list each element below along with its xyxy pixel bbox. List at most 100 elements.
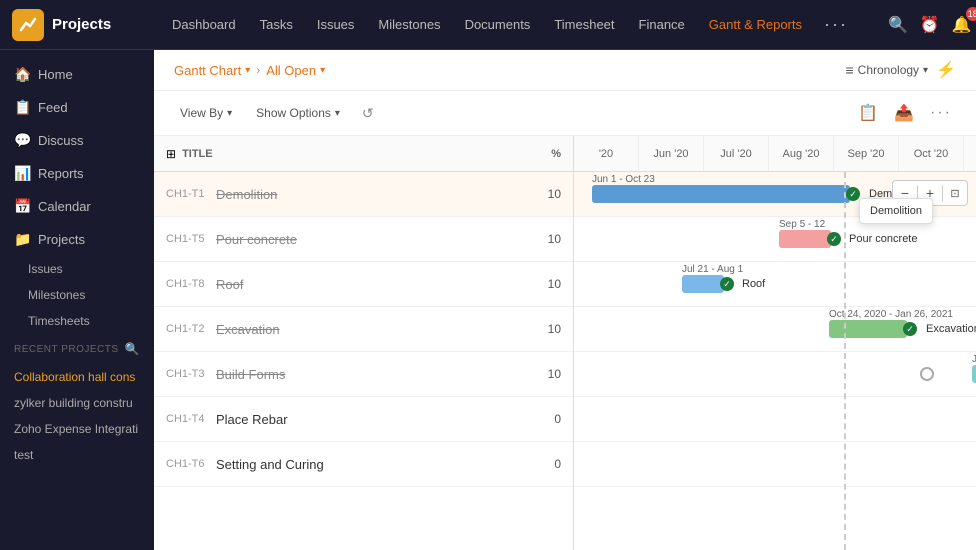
sidebar-item-feed[interactable]: 📋 Feed <box>0 91 154 124</box>
nav-more-button[interactable]: ··· <box>824 14 848 35</box>
left-panel: ⊞ TITLE % CH1-T1 Demolition 10 CH1-T5 Po… <box>154 136 574 550</box>
bar-pour[interactable] <box>779 230 831 248</box>
task-id: CH1-T3 <box>166 368 216 380</box>
month-label: '20 <box>574 136 639 171</box>
sidebar-nav: 🏠 Home 📋 Feed 💬 Discuss 📊 Reports 📅 Cale… <box>0 50 154 550</box>
bar-check-demolition: ✓ <box>846 187 860 201</box>
expand-icon[interactable]: ⊞ <box>166 147 176 161</box>
task-row[interactable]: CH1-T1 Demolition 10 <box>154 172 573 217</box>
sidebar: Projects 🏠 Home 📋 Feed 💬 Discuss 📊 Repor… <box>0 0 154 550</box>
nav-icons: 🔍 ⏰ 🔔 18 ⚙️ U <box>888 11 976 39</box>
bar-build[interactable] <box>972 365 976 383</box>
home-icon: 🏠 <box>14 66 30 83</box>
demolition-popup: Demolition <box>859 198 933 224</box>
task-name: Roof <box>216 277 531 292</box>
export-icon[interactable]: 📋 <box>854 99 882 127</box>
breadcrumb-gantt-chart[interactable]: Gantt Chart ▾ <box>174 63 250 78</box>
chevron-down-icon-3: ▾ <box>923 65 928 76</box>
task-id: CH1-T2 <box>166 323 216 335</box>
sidebar-item-label: Projects <box>38 232 85 247</box>
zoom-fit-button[interactable]: ⊡ <box>943 181 967 205</box>
nav-timesheet[interactable]: Timesheet <box>552 13 616 36</box>
bar-date-demolition: Jun 1 - Oct 23 <box>592 174 655 185</box>
nav-dashboard[interactable]: Dashboard <box>170 13 238 36</box>
task-id: CH1-T1 <box>166 188 216 200</box>
sidebar-item-discuss[interactable]: 💬 Discuss <box>0 124 154 157</box>
task-row[interactable]: CH1-T8 Roof 10 <box>154 262 573 307</box>
bar-check-excavation: ✓ <box>903 322 917 336</box>
task-row[interactable]: CH1-T4 Place Rebar 0 <box>154 397 573 442</box>
show-options-button[interactable]: Show Options ▾ <box>250 102 346 124</box>
sidebar-item-label: Home <box>38 67 73 82</box>
task-row[interactable]: CH1-T2 Excavation 10 <box>154 307 573 352</box>
filter-icon[interactable]: ⚡ <box>936 60 956 80</box>
reset-button[interactable]: ↺ <box>358 101 378 126</box>
download-icon[interactable]: 📤 <box>890 99 918 127</box>
gantt-row-setting: Mar 1 - 7 Setting and Curing <box>574 442 976 487</box>
breadcrumb-all-open[interactable]: All Open ▾ <box>266 63 325 78</box>
nav-milestones[interactable]: Milestones <box>376 13 442 36</box>
toolbar: View By ▾ Show Options ▾ ↺ 📋 📤 ··· <box>154 91 976 136</box>
project-item-test[interactable]: test <box>0 442 154 468</box>
month-label: Aug '20 <box>769 136 834 171</box>
search-icon[interactable]: 🔍 <box>125 342 140 356</box>
sidebar-item-reports[interactable]: 📊 Reports <box>0 157 154 190</box>
bar-date-excavation: Oct 24, 2020 - Jan 26, 2021 <box>829 309 953 320</box>
current-date-line <box>844 172 846 550</box>
view-by-button[interactable]: View By ▾ <box>174 102 238 124</box>
sidebar-sub-issues[interactable]: Issues <box>0 256 154 282</box>
bar-date-pour: Sep 5 - 12 <box>779 219 825 230</box>
task-row[interactable]: CH1-T5 Pour concrete 10 <box>154 217 573 262</box>
calendar-icon: 📅 <box>14 198 30 215</box>
project-item-collab[interactable]: Collaboration hall cons <box>0 364 154 390</box>
bar-date-build: Jan 27 - Feb 16 <box>972 354 976 365</box>
gantt-row-pour-concrete: Sep 5 - 12 ✓ Pour concrete <box>574 217 976 262</box>
discuss-icon: 💬 <box>14 132 30 149</box>
breadcrumb: Gantt Chart ▾ › All Open ▾ <box>174 63 325 78</box>
sidebar-item-projects[interactable]: 📁 Projects <box>0 223 154 256</box>
task-id: CH1-T6 <box>166 458 216 470</box>
sidebar-item-calendar[interactable]: 📅 Calendar <box>0 190 154 223</box>
sidebar-sub-milestones[interactable]: Milestones <box>0 282 154 308</box>
gantt-body: − + ⊡ Jun 1 - Oct 23 ✓ Demolition <box>574 172 976 550</box>
more-options-icon[interactable]: ··· <box>926 100 956 126</box>
task-row[interactable]: CH1-T3 Build Forms 10 <box>154 352 573 397</box>
sidebar-logo[interactable]: Projects <box>0 0 154 50</box>
project-item-zoho[interactable]: Zoho Expense Integrati <box>0 416 154 442</box>
nav-finance[interactable]: Finance <box>637 13 687 36</box>
bar-excavation[interactable] <box>829 320 907 338</box>
projects-icon: 📁 <box>14 231 30 248</box>
search-icon[interactable]: 🔍 <box>888 15 908 35</box>
gantt-row-place-rebar: Feb 17 - 28 Place Rebar <box>574 397 976 442</box>
bar-label-pour: Pour concrete <box>849 233 917 245</box>
month-label: Sep '20 <box>834 136 899 171</box>
sidebar-item-home[interactable]: 🏠 Home <box>0 58 154 91</box>
task-name: Pour concrete <box>216 232 531 247</box>
bar-roof[interactable] <box>682 275 724 293</box>
sidebar-item-label: Feed <box>38 100 68 115</box>
bar-check-roof: ✓ <box>720 277 734 291</box>
gantt-row-excavation: Oct 24, 2020 - Jan 26, 2021 ✓ Excavation <box>574 307 976 352</box>
sidebar-sub-timesheets[interactable]: Timesheets <box>0 308 154 334</box>
task-pct: 10 <box>531 277 561 291</box>
nav-documents[interactable]: Documents <box>463 13 533 36</box>
task-name: Build Forms <box>216 367 531 382</box>
gantt-row-build-forms: Jan 27 - Feb 16 Build Forms <box>574 352 976 397</box>
nav-issues[interactable]: Issues <box>315 13 357 36</box>
bar-check-build <box>920 367 934 381</box>
chronology-button[interactable]: ≡ Chronology ▾ <box>846 62 929 78</box>
task-pct: 0 <box>531 457 561 471</box>
task-pct: 0 <box>531 412 561 426</box>
clock-icon[interactable]: ⏰ <box>920 15 940 35</box>
nav-gantt[interactable]: Gantt & Reports <box>707 13 804 36</box>
month-label: Jun '20 <box>639 136 704 171</box>
month-label: Oct '20 <box>899 136 964 171</box>
project-item-zylker[interactable]: zylker building constru <box>0 390 154 416</box>
task-row[interactable]: CH1-T6 Setting and Curing 0 <box>154 442 573 487</box>
nav-tasks[interactable]: Tasks <box>258 13 295 36</box>
chevron-down-icon-2: ▾ <box>320 65 325 76</box>
left-header: ⊞ TITLE % <box>154 136 573 172</box>
bar-demolition[interactable] <box>592 185 850 203</box>
main-content: Dashboard Tasks Issues Milestones Docume… <box>154 0 976 550</box>
gantt-container: ⊞ TITLE % CH1-T1 Demolition 10 CH1-T5 Po… <box>154 136 976 550</box>
